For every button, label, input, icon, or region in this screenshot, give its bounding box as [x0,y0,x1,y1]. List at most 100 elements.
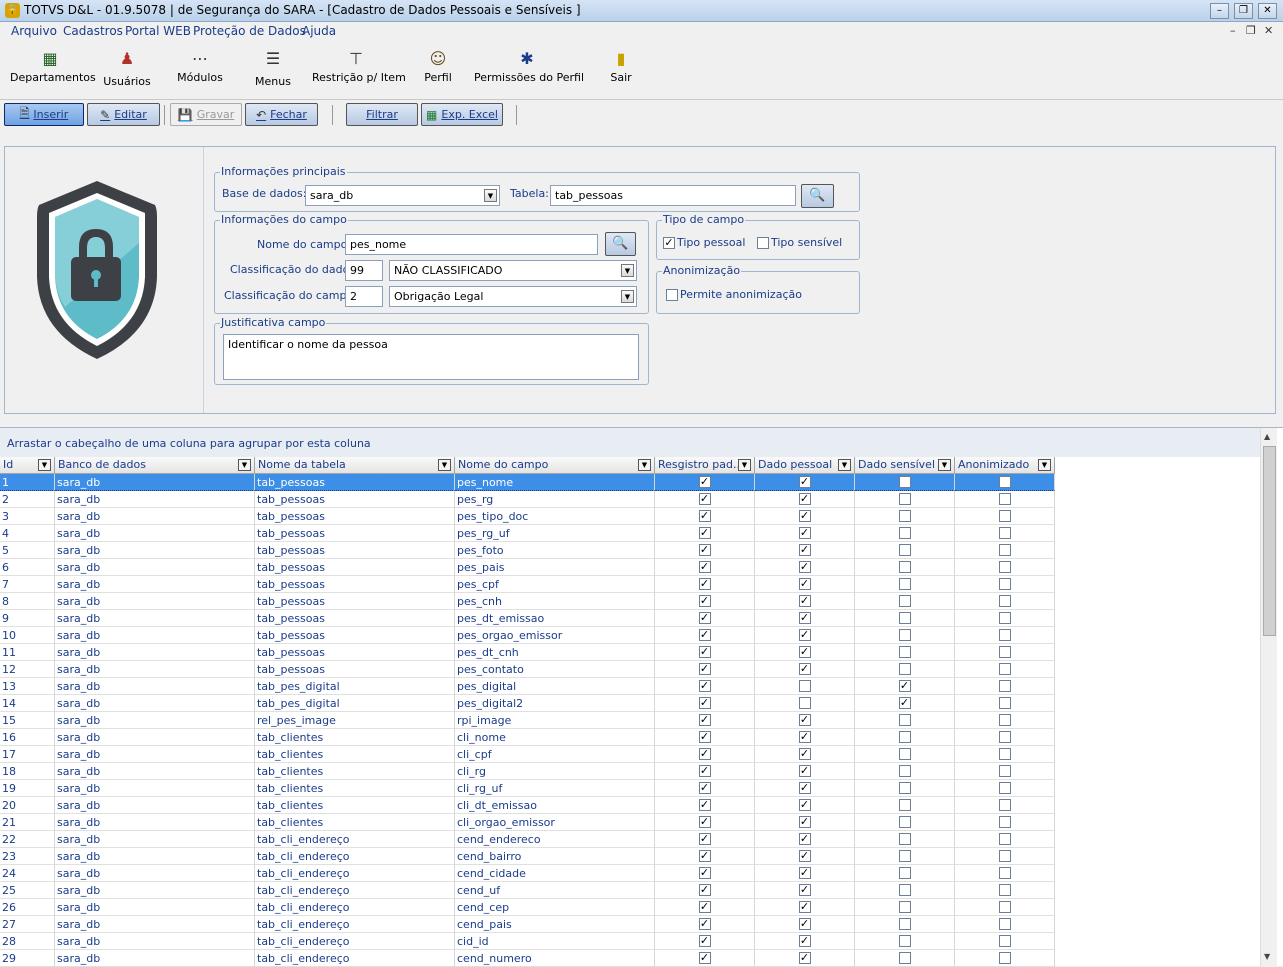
checkbox-unchecked-icon[interactable] [998,527,1011,539]
classificacao-dado-code[interactable]: 99 [345,260,383,281]
checkbox-unchecked-icon[interactable] [998,663,1011,675]
col-dado-pessoal-cell[interactable]: ✓ [755,576,855,593]
checkbox-unchecked-icon[interactable] [998,748,1011,760]
col-registro-padrao-header[interactable]: Resgistro pad... ▼ [655,457,755,474]
checkbox-checked-icon[interactable]: ✓ [798,493,811,505]
checkbox-checked-icon[interactable]: ✓ [698,850,711,862]
col-anonimizado-cell[interactable] [955,797,1055,814]
checkbox-checked-icon[interactable]: ✓ [798,527,811,539]
menu-ajuda[interactable]: Ajuda [302,24,336,38]
col-dado-pessoal-cell[interactable] [755,678,855,695]
col-registro-padrao-cell[interactable]: ✓ [655,491,755,508]
checkbox-checked-icon[interactable]: ✓ [698,595,711,607]
checkbox-checked-icon[interactable]: ✓ [798,850,811,862]
checkbox-unchecked-icon[interactable] [998,884,1011,896]
checkbox-unchecked-icon[interactable] [898,884,911,896]
col-registro-padrao-cell[interactable]: ✓ [655,695,755,712]
checkbox-checked-icon[interactable]: ✓ [698,748,711,760]
campo-search-button[interactable]: 🔍 [605,232,636,256]
col-dado-sensivel-cell[interactable] [855,831,955,848]
checkbox-unchecked-icon[interactable] [898,799,911,811]
checkbox-unchecked-icon[interactable] [998,476,1011,488]
col-dado-pessoal-cell[interactable]: ✓ [755,593,855,610]
checkbox-checked-icon[interactable]: ✓ [798,714,811,726]
restore-button[interactable]: ❐ [1234,3,1253,19]
departamentos-button[interactable]: ▦ Departamentos [10,41,96,97]
checkbox-unchecked-icon[interactable] [898,833,911,845]
checkbox-unchecked-icon[interactable] [898,578,911,590]
col-dado-sensivel-cell[interactable] [855,627,955,644]
col-dado-pessoal-cell[interactable]: ✓ [755,627,855,644]
checkbox-checked-icon[interactable]: ✓ [798,510,811,522]
col-dado-sensivel-cell[interactable]: ✓ [855,695,955,712]
col-dado-sensivel-cell[interactable] [855,780,955,797]
col-registro-padrao-cell[interactable]: ✓ [655,882,755,899]
table-row[interactable]: 18 sara_db tab_clientes cli_rg ✓ ✓ [0,763,1260,780]
col-dado-sensivel-cell[interactable] [855,712,955,729]
col-dado-sensivel-cell[interactable] [855,508,955,525]
col-dado-pessoal-cell[interactable]: ✓ [755,746,855,763]
checkbox-checked-icon[interactable]: ✓ [698,493,711,505]
checkbox-checked-icon[interactable]: ✓ [698,544,711,556]
checkbox-unchecked-icon[interactable] [998,561,1011,573]
col-registro-padrao-cell[interactable]: ✓ [655,797,755,814]
col-dado-sensivel-cell[interactable] [855,746,955,763]
checkbox-unchecked-icon[interactable] [898,612,911,624]
table-row[interactable]: 2 sara_db tab_pessoas pes_rg ✓ ✓ [0,491,1260,508]
col-dado-pessoal-cell[interactable]: ✓ [755,797,855,814]
checkbox-checked-icon[interactable]: ✓ [663,236,675,249]
col-dado-sensivel-cell[interactable] [855,814,955,831]
col-id-header[interactable]: Id ▼ [0,457,55,474]
mdi-close-icon[interactable]: ✕ [1264,24,1273,37]
vertical-scrollbar[interactable]: ▲ ▼ [1260,428,1277,967]
scroll-down-icon[interactable]: ▼ [1264,952,1270,961]
table-row[interactable]: 11 sara_db tab_pessoas pes_dt_cnh ✓ ✓ [0,644,1260,661]
checkbox-unchecked-icon[interactable] [898,561,911,573]
checkbox-unchecked-icon[interactable] [998,833,1011,845]
col-dado-sensivel-cell[interactable] [855,797,955,814]
checkbox-checked-icon[interactable]: ✓ [698,510,711,522]
checkbox-checked-icon[interactable]: ✓ [698,833,711,845]
table-row[interactable]: 7 sara_db tab_pessoas pes_cpf ✓ ✓ [0,576,1260,593]
col-dado-pessoal-cell[interactable]: ✓ [755,525,855,542]
col-registro-padrao-cell[interactable]: ✓ [655,678,755,695]
col-dado-sensivel-cell[interactable] [855,593,955,610]
checkbox-unchecked-icon[interactable] [898,765,911,777]
col-dado-pessoal-cell[interactable]: ✓ [755,763,855,780]
col-anonimizado-cell[interactable] [955,542,1055,559]
classificacao-dado-select[interactable]: NÃO CLASSIFICADO ▼ [389,260,637,281]
checkbox-checked-icon[interactable]: ✓ [698,816,711,828]
filter-dropdown-icon[interactable]: ▼ [438,459,451,471]
col-dado-pessoal-cell[interactable]: ✓ [755,882,855,899]
checkbox-checked-icon[interactable]: ✓ [698,578,711,590]
col-dado-pessoal-cell[interactable]: ✓ [755,559,855,576]
col-registro-padrao-cell[interactable]: ✓ [655,542,755,559]
col-dado-sensivel-cell[interactable] [855,899,955,916]
col-anonimizado-cell[interactable] [955,695,1055,712]
checkbox-unchecked-icon[interactable] [898,544,911,556]
table-row[interactable]: 12 sara_db tab_pessoas pes_contato ✓ ✓ [0,661,1260,678]
checkbox-unchecked-icon[interactable] [998,697,1011,709]
checkbox-checked-icon[interactable]: ✓ [698,867,711,879]
col-dado-pessoal-cell[interactable]: ✓ [755,814,855,831]
checkbox-unchecked-icon[interactable] [998,901,1011,913]
table-row[interactable]: 15 sara_db rel_pes_image rpi_image ✓ ✓ [0,712,1260,729]
checkbox-checked-icon[interactable]: ✓ [798,544,811,556]
tipo-pessoal-checkbox[interactable]: ✓ Tipo pessoal [663,236,745,249]
checkbox-unchecked-icon[interactable] [757,236,769,249]
col-anonimizado-cell[interactable] [955,899,1055,916]
checkbox-checked-icon[interactable]: ✓ [698,918,711,930]
table-row[interactable]: 6 sara_db tab_pessoas pes_pais ✓ ✓ [0,559,1260,576]
col-dado-pessoal-cell[interactable]: ✓ [755,950,855,967]
col-dado-pessoal-cell[interactable]: ✓ [755,508,855,525]
checkbox-checked-icon[interactable]: ✓ [698,663,711,675]
col-anonimizado-cell[interactable] [955,644,1055,661]
justificativa-textarea[interactable]: Identificar o nome da pessoa [223,334,639,380]
col-dado-sensivel-cell[interactable] [855,542,955,559]
checkbox-unchecked-icon[interactable] [898,629,911,641]
menu-portal-web[interactable]: Portal WEB [125,24,191,38]
table-row[interactable]: 22 sara_db tab_cli_endereço cend_endereco ✓ ✓ [0,831,1260,848]
col-dado-pessoal-cell[interactable]: ✓ [755,865,855,882]
col-dado-pessoal-cell[interactable]: ✓ [755,610,855,627]
col-registro-padrao-cell[interactable]: ✓ [655,576,755,593]
